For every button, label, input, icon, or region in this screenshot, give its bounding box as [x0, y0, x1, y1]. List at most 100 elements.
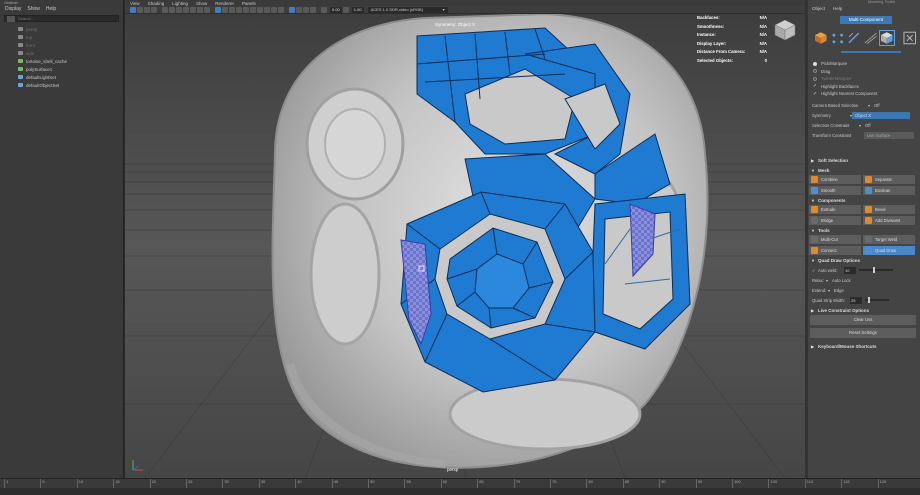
bevel-button[interactable]: Bevel — [863, 205, 915, 214]
extend-value[interactable]: Edge — [834, 288, 844, 293]
slider-thumb[interactable] — [868, 297, 870, 303]
outliner-item[interactable]: side — [0, 49, 123, 57]
vp-menu-renderer[interactable]: Renderer — [215, 1, 234, 6]
scene-canvas[interactable] — [125, 14, 805, 478]
backface-icon[interactable] — [310, 6, 316, 13]
range-slider[interactable] — [0, 488, 920, 495]
select-camera-icon[interactable] — [130, 6, 136, 13]
toolkit-menu-object[interactable]: Object — [812, 6, 825, 11]
safe-action-icon[interactable] — [197, 6, 203, 13]
shadows-icon[interactable] — [250, 6, 256, 13]
outliner-item[interactable]: polySurface1 — [0, 65, 123, 73]
wireframe-icon[interactable] — [215, 6, 221, 13]
auto-weld-field[interactable]: 10 — [844, 266, 856, 274]
mesh-header[interactable]: ▼ Mesh — [808, 165, 920, 175]
multi-cut-button[interactable]: Multi-Cut — [809, 235, 861, 244]
lights-icon[interactable] — [243, 6, 249, 13]
depth-of-field-icon[interactable] — [278, 6, 284, 13]
radio-pick[interactable] — [813, 61, 817, 66]
auto-weld-slider[interactable] — [859, 267, 893, 273]
clear-uvs-button[interactable]: Clear Uvs — [810, 315, 916, 325]
time-slider[interactable]: 1 5 10 15 20 25 30 35 40 45 50 55 60 65 70 75 80 85 90 95 10… — [0, 478, 920, 495]
pick-marquee-option[interactable]: Pick/Marquee — [808, 60, 920, 68]
motion-blur-icon[interactable] — [264, 6, 270, 13]
toolkit-menu-help[interactable]: Help — [833, 6, 842, 11]
vp-menu-show[interactable]: Show — [196, 1, 207, 6]
outliner-menu-display[interactable]: Display — [5, 6, 21, 12]
xray-icon[interactable] — [296, 6, 302, 13]
shortcuts-header[interactable]: ▶ Keyboard/Mouse Shortcuts — [808, 341, 920, 351]
strip-width-slider[interactable] — [865, 297, 889, 303]
smooth-shade-icon[interactable] — [222, 6, 228, 13]
default-material-icon[interactable] — [229, 6, 235, 13]
bookmark-icon[interactable] — [144, 6, 150, 13]
gamma-icon[interactable] — [342, 6, 349, 13]
xray-joints-icon[interactable] — [303, 6, 309, 13]
isolate-select-icon[interactable] — [289, 6, 295, 13]
vp-menu-shading[interactable]: Shading — [148, 1, 165, 6]
resolution-gate-icon[interactable] — [176, 6, 182, 13]
outliner-menu-show[interactable]: Show — [27, 6, 40, 12]
textured-icon[interactable] — [236, 6, 242, 13]
camera-attributes-icon[interactable] — [137, 6, 143, 13]
extrude-button[interactable]: Extrude — [809, 205, 861, 214]
outliner-menu-help[interactable]: Help — [46, 6, 56, 12]
multi-component-mode-icon[interactable] — [879, 30, 895, 46]
color-space-select[interactable]: ACES 1.0 SDR-video (sRGB) ▾ — [367, 6, 448, 13]
face-mode-icon[interactable] — [864, 31, 878, 45]
quad-draw-button[interactable]: Quad Draw — [863, 246, 915, 255]
object-mode-icon[interactable] — [814, 31, 828, 45]
outliner-item[interactable]: top — [0, 33, 123, 41]
symmetry-select[interactable]: Object X — [852, 112, 910, 119]
highlight-backfaces-check[interactable]: ✓ Highlight Backfaces — [808, 83, 920, 91]
drag-option[interactable]: Drag — [808, 68, 920, 76]
tools-header[interactable]: ▼ Tools — [808, 225, 920, 235]
outliner-item[interactable]: defaultObjectSet — [0, 81, 123, 89]
smooth-button[interactable]: Smooth — [809, 186, 861, 195]
gate-mask-icon[interactable] — [183, 6, 189, 13]
tweak-marquee-option[interactable]: Tweak/Marquee — [808, 75, 920, 83]
safe-title-icon[interactable] — [204, 6, 210, 13]
exposure-field[interactable]: 0.00 — [330, 6, 342, 13]
grid-icon[interactable] — [162, 6, 168, 13]
outliner-item[interactable]: defaultLightSet — [0, 73, 123, 81]
strip-width-field[interactable]: 25 — [850, 296, 862, 304]
edge-mode-icon[interactable] — [847, 31, 861, 45]
boolean-button[interactable]: Boolean — [863, 186, 915, 195]
separate-button[interactable]: Separate — [863, 175, 915, 184]
components-header[interactable]: ▼ Components — [808, 195, 920, 205]
target-weld-button[interactable]: Target Weld — [863, 235, 915, 244]
anti-alias-icon[interactable] — [271, 6, 277, 13]
image-plane-icon[interactable] — [151, 6, 157, 13]
outliner-item[interactable]: persp — [0, 25, 123, 33]
gamma-field[interactable]: 1.00 — [351, 6, 364, 13]
reset-settings-button[interactable]: Reset Settings — [810, 328, 916, 338]
vp-menu-lighting[interactable]: Lighting — [172, 1, 188, 6]
close-icon[interactable] — [902, 31, 917, 45]
relax-value[interactable]: Auto Lock — [832, 278, 851, 283]
bridge-button[interactable]: Bridge — [809, 216, 861, 225]
sel-constraint-value[interactable]: Off — [865, 123, 871, 128]
vertex-mode-icon[interactable] — [831, 31, 845, 45]
radio-drag[interactable] — [813, 69, 817, 74]
exposure-icon[interactable] — [321, 6, 327, 13]
checkmark-icon[interactable]: ✓ — [813, 91, 817, 96]
highlight-nearest-check[interactable]: ✓ Highlight Nearest Component — [808, 90, 920, 98]
checkmark-icon[interactable]: ✓ — [813, 84, 817, 89]
add-divisions-button[interactable]: Add Divisions — [863, 216, 915, 225]
filter-icon[interactable] — [7, 15, 15, 22]
viewport-panel[interactable]: View Shading Lighting Show Renderer Pane… — [125, 0, 805, 478]
combine-button[interactable]: Combine — [809, 175, 861, 184]
vp-menu-view[interactable]: View — [130, 1, 140, 6]
live-constraint-header[interactable]: ▶ Live Constraint Options — [808, 305, 920, 315]
soft-selection-header[interactable]: ▶ Soft Selection — [808, 155, 920, 165]
camera-based-value[interactable]: Off — [874, 103, 880, 108]
ambient-occlusion-icon[interactable] — [257, 6, 263, 13]
view-cube-icon[interactable] — [773, 18, 797, 42]
outliner-item[interactable]: tortoise_shell_cache — [0, 57, 123, 65]
outliner-search-input[interactable] — [15, 15, 118, 22]
vp-menu-panels[interactable]: Panels — [242, 1, 256, 6]
transform-constraint-select[interactable]: Live Surface — [864, 132, 914, 139]
film-gate-icon[interactable] — [169, 6, 175, 13]
quad-draw-header[interactable]: ▼ Quad Draw Options — [808, 255, 920, 265]
